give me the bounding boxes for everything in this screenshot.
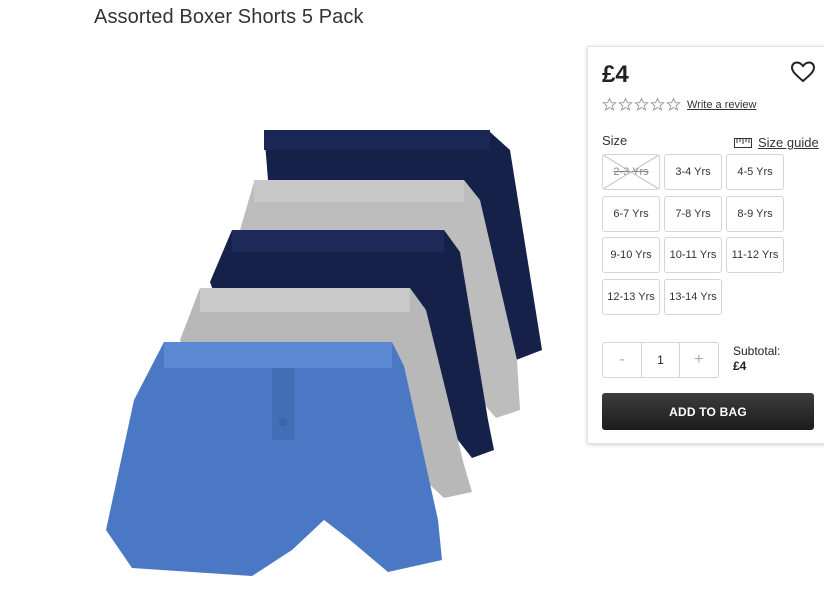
unavailable-cross-icon <box>603 155 659 189</box>
rating: Write a review <box>602 97 756 112</box>
star-icon <box>618 97 633 111</box>
size-option[interactable]: 9-10 Yrs <box>602 237 660 273</box>
size-option[interactable]: 4-5 Yrs <box>726 154 784 190</box>
star-icon <box>666 97 681 111</box>
quantity-decrease-button[interactable]: - <box>603 343 641 377</box>
size-guide-label: Size guide <box>758 135 819 150</box>
star-icon <box>650 97 665 111</box>
subtotal-label: Subtotal: <box>733 344 781 358</box>
size-option[interactable]: 3-4 Yrs <box>664 154 722 190</box>
size-option[interactable]: 7-8 Yrs <box>664 195 722 232</box>
size-guide-link[interactable]: Size guide <box>734 135 819 150</box>
size-option[interactable]: 11-12 Yrs <box>726 237 784 273</box>
heart-icon[interactable] <box>790 59 816 85</box>
size-option[interactable]: 6-7 Yrs <box>602 195 660 232</box>
size-option[interactable]: 8-9 Yrs <box>726 195 784 232</box>
quantity-increase-button[interactable]: + <box>680 343 718 377</box>
star-rating <box>602 97 681 112</box>
product-title: Assorted Boxer Shorts 5 Pack <box>94 6 364 28</box>
size-option[interactable]: 10-11 Yrs <box>664 237 722 273</box>
product-image <box>106 130 542 576</box>
size-label: Size <box>602 133 628 148</box>
write-review-link[interactable]: Write a review <box>687 99 756 111</box>
size-option[interactable]: 2-3 Yrs <box>602 154 660 190</box>
add-to-bag-button[interactable]: ADD TO BAG <box>602 393 814 430</box>
size-option[interactable]: 12-13 Yrs <box>602 278 660 315</box>
star-icon <box>634 97 649 111</box>
quantity-input[interactable]: 1 <box>641 343 680 377</box>
purchase-panel: £4 Write a review Size Size guide 2-3 Yr… <box>587 46 824 444</box>
size-option[interactable]: 13-14 Yrs <box>664 278 722 315</box>
product-price: £4 <box>602 61 629 88</box>
quantity-stepper: - 1 + <box>602 342 719 378</box>
subtotal-value: £4 <box>733 359 747 373</box>
ruler-icon <box>734 137 752 148</box>
star-icon <box>602 97 617 111</box>
subtotal: Subtotal: £4 <box>733 344 780 374</box>
